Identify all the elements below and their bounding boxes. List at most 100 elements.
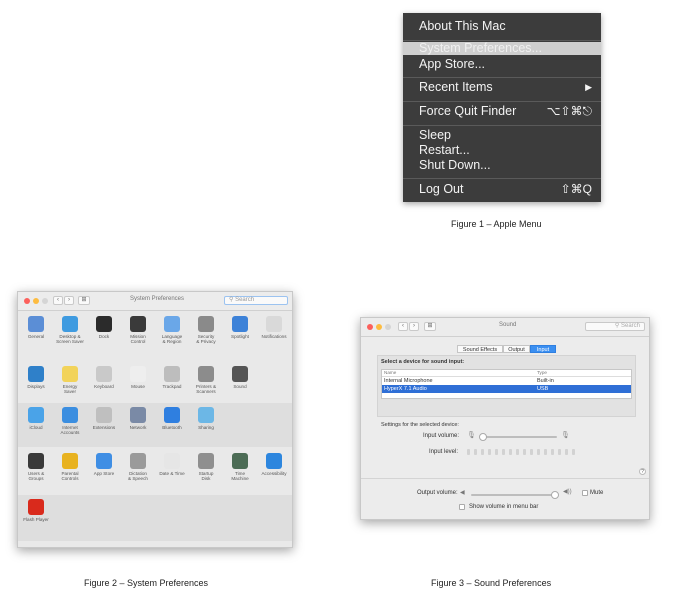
pane-internet-accounts[interactable]: Internet Accounts [53,407,87,435]
back-button[interactable]: ‹ [53,296,63,305]
show-volume-label: Show volume in menu bar [469,504,539,510]
forward-button[interactable]: › [64,296,74,305]
spotlight-icon [232,316,248,332]
pane-row: Displays Energy Saver Keyboard Mouse Trackpa… [18,362,292,402]
pane-appstore[interactable]: App Store [87,453,121,476]
show-volume-checkbox[interactable] [459,504,465,510]
pane-timemachine[interactable]: Time Machine [223,453,257,481]
zoom-button[interactable] [42,298,48,304]
pane-flash[interactable]: Flash Player [19,499,53,522]
menu-item-system-preferences[interactable]: System Preferences... [403,41,601,55]
back-button[interactable]: ‹ [398,322,408,331]
input-volume-knob[interactable] [478,433,487,441]
menu-item-recent-items[interactable]: Recent Items ▶ [403,79,601,96]
pane-extensions[interactable]: Extensions [87,407,121,430]
table-row-selected[interactable]: HyperX 7.1 Audio USB [382,385,631,393]
input-volume-label: Input volume: [423,433,460,439]
menu-item-label: Log Out [419,182,464,196]
pane-row: Flash Player [18,495,292,541]
zoom-button[interactable] [385,324,391,330]
pane-network[interactable]: Network [121,407,155,430]
level-segment [523,449,526,455]
tab-sound-effects[interactable]: Sound Effects [457,345,503,353]
search-field[interactable]: ⚲ Search [224,296,288,305]
pane-label: Mission Control [130,334,146,345]
parental-icon [62,453,78,469]
pane-mouse[interactable]: Mouse [121,366,155,389]
pane-datetime[interactable]: Date & Time [155,453,189,476]
menu-item-label: Shut Down... [419,158,491,172]
pane-label: Bluetooth [162,425,182,430]
tab-input[interactable]: Input [530,345,556,353]
pane-label: Dictation & Speech [128,471,148,482]
pane-parental[interactable]: Parental Controls [53,453,87,481]
pane-accessibility[interactable]: Accessibility [257,453,291,476]
device-name: HyperX 7.1 Audio [384,386,427,392]
pane-label: Time Machine [231,471,249,482]
pane-icloud[interactable]: iCloud [19,407,53,430]
pane-energy[interactable]: Energy Saver [53,366,87,394]
menu-item-shortcut: ⇧⌘Q [560,182,592,196]
menu-item-about[interactable]: About This Mac [403,18,601,35]
pane-notifications[interactable]: Notifications [257,316,291,339]
input-volume-track[interactable] [479,436,557,438]
forward-button[interactable]: › [409,322,419,331]
menu-item-log-out[interactable]: Log Out ⇧⌘Q [403,181,601,198]
menu-separator [403,77,601,78]
pane-label: Printers & Scanners [195,384,217,395]
network-icon [130,407,146,423]
pane-users[interactable]: Users & Groups [19,453,53,481]
close-button[interactable] [24,298,30,304]
mute-label: Mute [590,490,604,496]
search-field[interactable]: ⚲ Search [585,322,645,331]
pane-desktop[interactable]: Desktop & Screen Saver [53,316,87,344]
column-header-name[interactable]: Name [384,370,396,375]
title-bar: ‹ › ⊞ System Preferences ⚲ Search [18,292,292,311]
minimize-button[interactable] [376,324,382,330]
timemachine-icon [232,453,248,469]
tab-output[interactable]: Output [503,345,530,353]
level-segment [565,449,568,455]
menu-item-shortcut: ⌥⇧⌘⎋ [546,104,592,118]
close-button[interactable] [367,324,373,330]
mute-checkbox[interactable] [582,490,588,496]
security-icon [198,316,214,332]
window-title: System Preferences [130,296,185,302]
pane-dictation[interactable]: Dictation & Speech [121,453,155,481]
device-list-heading: Select a device for sound input: [381,359,465,365]
column-header-type[interactable]: Type [537,370,547,375]
icloud-icon [28,407,44,423]
menu-item-force-quit[interactable]: Force Quit Finder ⌥⇧⌘⎋ [403,103,601,120]
pane-language[interactable]: Language & Region [155,316,189,344]
pane-mission-control[interactable]: Mission Control [121,316,155,344]
help-button[interactable]: ? [639,468,646,475]
level-segment [544,449,547,455]
pane-label: Energy Saver [62,384,78,395]
minimize-button[interactable] [33,298,39,304]
datetime-icon [164,453,180,469]
dictation-icon [130,453,146,469]
pane-security[interactable]: Security & Privacy [189,316,223,344]
output-volume-knob[interactable] [550,491,559,499]
pane-displays[interactable]: Displays [19,366,53,389]
show-all-grid-icon[interactable]: ⊞ [78,296,90,305]
table-row[interactable]: Internal Microphone Built-in [382,377,631,385]
startup-disk-icon [198,453,214,469]
pane-general[interactable]: General [19,316,53,339]
title-bar: ‹ › ⊞ Sound ⚲ Search [361,318,649,337]
menu-item-app-store[interactable]: App Store... [403,56,601,73]
pane-keyboard[interactable]: Keyboard [87,366,121,389]
show-all-grid-icon[interactable]: ⊞ [424,322,436,331]
pane-label: Spotlight [231,334,249,339]
output-volume-track[interactable] [471,494,559,496]
pane-sound[interactable]: Sound [223,366,257,389]
pane-trackpad[interactable]: Trackpad [155,366,189,389]
pane-printer[interactable]: Printers & Scanners [189,366,223,394]
pane-startup-disk[interactable]: Startup Disk [189,453,223,481]
menu-item-shut-down[interactable]: Shut Down... [403,157,601,174]
pane-bluetooth[interactable]: Bluetooth [155,407,189,430]
pane-sharing[interactable]: Sharing [189,407,223,430]
pane-label: Parental Controls [61,471,79,482]
pane-spotlight[interactable]: Spotlight [223,316,257,339]
pane-dock[interactable]: Dock [87,316,121,339]
